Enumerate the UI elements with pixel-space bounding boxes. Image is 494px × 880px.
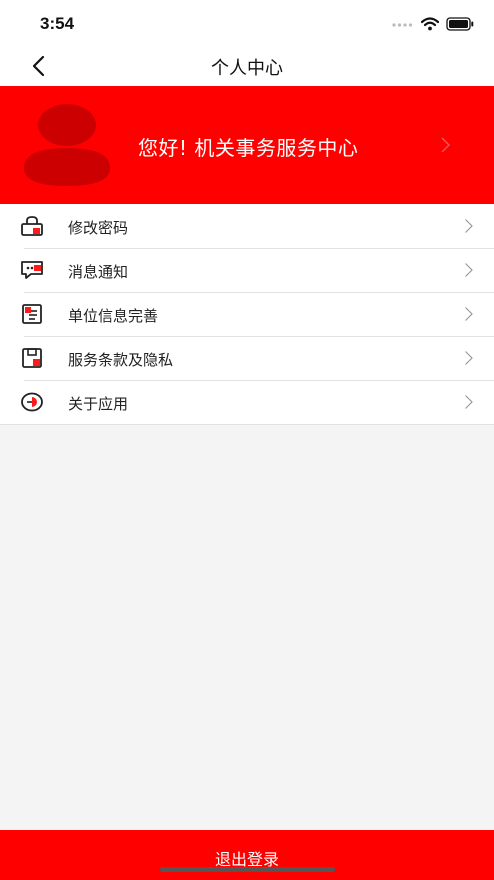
greeting-text: 您好! 机关事务服务中心: [138, 136, 359, 160]
menu-item-unit-info[interactable]: 单位信息完善: [0, 292, 494, 336]
chevron-right-icon: [465, 395, 473, 409]
chevron-right-icon: [465, 219, 473, 233]
profile-banner[interactable]: 您好! 机关事务服务中心: [0, 86, 494, 204]
chevron-right-icon: [465, 307, 473, 321]
avatar-icon: [24, 104, 110, 186]
status-time: 3:54: [40, 14, 75, 33]
save-icon: [22, 348, 42, 368]
chevron-right-icon: [465, 351, 473, 365]
nav-bar: 个人中心: [0, 46, 494, 86]
status-icons: [392, 15, 474, 33]
menu-item-about[interactable]: 关于应用: [0, 380, 494, 424]
menu-item-terms-privacy[interactable]: 服务条款及隐私: [0, 336, 494, 380]
menu-item-label: 关于应用: [68, 395, 129, 413]
menu-list: 修改密码 消息通知 单位信息完善 服务条款及隐私 关于应用: [0, 204, 494, 425]
menu-item-change-password[interactable]: 修改密码: [0, 204, 494, 248]
menu-item-notifications[interactable]: 消息通知: [0, 248, 494, 292]
menu-item-label: 消息通知: [68, 263, 129, 281]
status-bar: 3:54: [0, 0, 494, 46]
home-indicator: [160, 867, 335, 872]
message-icon: [21, 261, 43, 279]
lock-icon: [21, 216, 43, 236]
document-icon: [22, 304, 42, 324]
clock-icon: [21, 392, 43, 412]
chevron-right-icon: [465, 263, 473, 277]
menu-item-label: 修改密码: [68, 219, 129, 237]
logout-button[interactable]: 退出登录: [0, 830, 494, 880]
chevron-right-icon: [441, 137, 450, 153]
battery-icon: [446, 17, 474, 31]
menu-item-label: 单位信息完善: [68, 307, 159, 325]
wifi-icon: [421, 17, 439, 31]
menu-item-label: 服务条款及隐私: [68, 351, 174, 369]
page-title: 个人中心: [211, 58, 283, 79]
signal-icon: [392, 23, 413, 27]
